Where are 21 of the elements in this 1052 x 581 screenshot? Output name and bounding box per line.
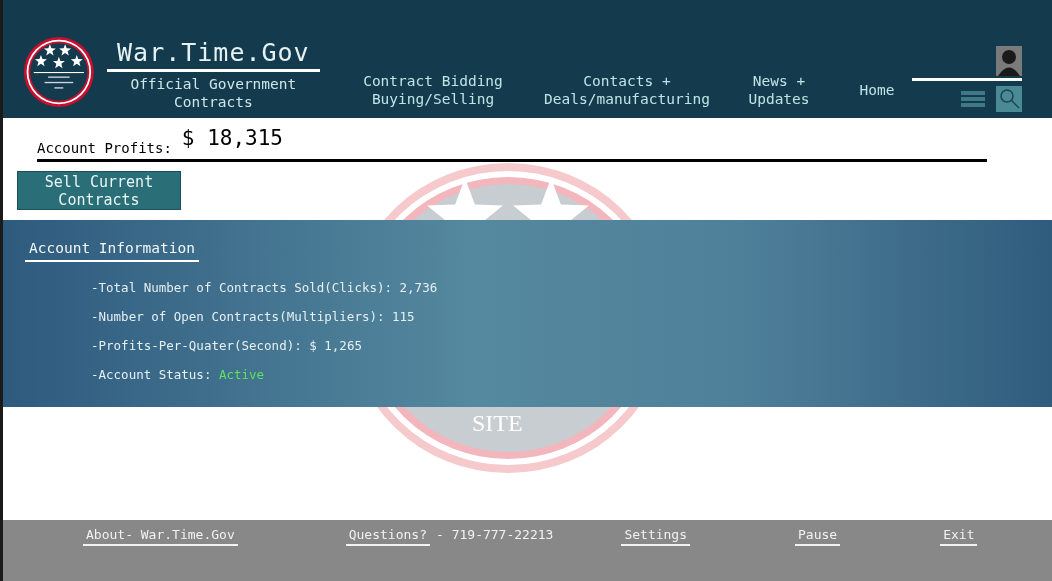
footer-link[interactable]: About- War.Time.Gov [83,527,238,546]
nav-link[interactable]: Contract Bidding Buying/Selling [348,72,518,108]
footer-link[interactable]: Settings [621,527,691,546]
nav-link[interactable]: News + Updates [734,72,824,108]
footer-link[interactable]: Exit [940,527,978,546]
nav-link[interactable]: Home [842,81,912,99]
site-subtitle: Official Government Contracts [129,75,298,111]
nav-link[interactable]: Contacts + Deals/manufacturing [532,72,722,108]
account-line: -Number of Open Contracts(Multipliers): 115 [91,309,416,326]
profits-value: $ 18,315 [181,126,283,150]
account-line: -Profits-Per-Quater(Second): $ 1,265 [91,338,363,355]
menu-icon[interactable] [961,91,985,107]
footer-link[interactable]: Pause [795,527,841,546]
site-title: War.Time.Gov [106,38,320,72]
profits-label: Account Profits: [37,140,172,156]
sell-button[interactable]: Sell Current Contracts [17,171,181,210]
account-line: -Total Number of Contracts Sold(Clicks): 2,736 [91,280,439,297]
panel-title: Account Information [25,240,199,262]
phone-number: - 719-777-22213 [436,527,554,542]
account-line: -Account Status: Active [91,367,266,384]
footer-link[interactable]: Questions? [345,527,430,546]
